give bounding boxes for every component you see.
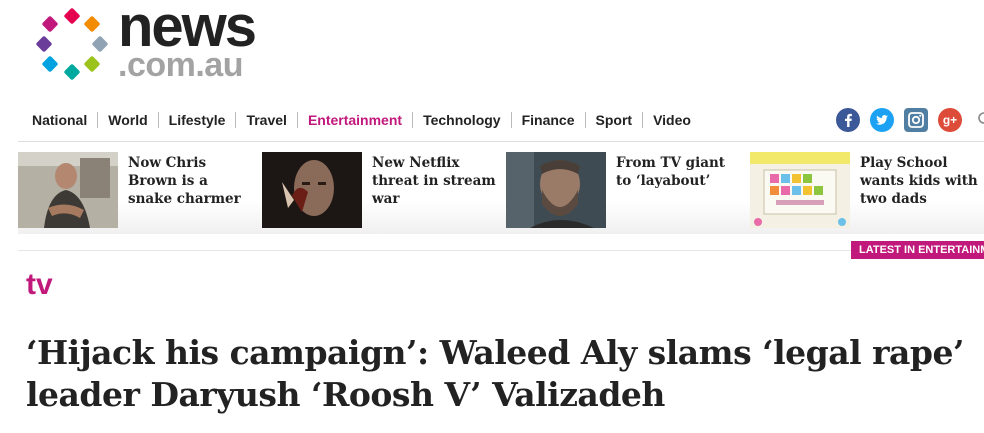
nav-divider	[18, 141, 984, 142]
nav-item-sport[interactable]: Sport	[586, 112, 644, 128]
nav-item-travel[interactable]: Travel	[236, 112, 298, 128]
facebook-icon[interactable]	[836, 108, 860, 132]
content-divider	[18, 250, 851, 251]
related-thumbnail	[506, 152, 606, 228]
site-logo[interactable]: news .com.au	[36, 0, 257, 86]
logo-dots-icon	[36, 8, 108, 80]
related-thumbnail	[750, 152, 850, 228]
social-links: g+	[836, 108, 962, 132]
related-thumbnail	[18, 152, 118, 228]
logo-domain: .com.au	[118, 46, 243, 84]
nav-item-finance[interactable]: Finance	[512, 112, 586, 128]
googleplus-icon[interactable]: g+	[938, 108, 962, 132]
section-label[interactable]: tv	[26, 268, 53, 302]
nav-item-technology[interactable]: Technology	[413, 112, 512, 128]
related-title: Play School wants kids with two dads	[860, 155, 978, 207]
instagram-icon[interactable]	[904, 108, 928, 132]
related-title: New Netflix threat in stream war	[372, 155, 496, 207]
related-card-3[interactable]: From TV giant to ‘layabout’	[506, 152, 746, 230]
nav-item-video[interactable]: Video	[643, 112, 701, 128]
nav-item-lifestyle[interactable]: Lifestyle	[159, 112, 237, 128]
related-card-2[interactable]: New Netflix threat in stream war	[262, 152, 502, 230]
related-title: Now Chris Brown is a snake charmer	[128, 155, 241, 207]
nav-item-entertainment[interactable]: Entertainment	[298, 112, 414, 128]
main-nav: National World Lifestyle Travel Entertai…	[22, 108, 701, 132]
latest-banner[interactable]: LATEST IN ENTERTAINMENT	[851, 241, 984, 259]
search-icon[interactable]	[976, 110, 984, 130]
twitter-icon[interactable]	[870, 108, 894, 132]
related-card-1[interactable]: Now Chris Brown is a snake charmer	[18, 152, 258, 230]
nav-item-national[interactable]: National	[22, 112, 99, 128]
related-title: From TV giant to ‘layabout’	[616, 155, 726, 189]
related-card-4[interactable]: Play School wants kids with two dads	[750, 152, 984, 230]
nav-item-world[interactable]: World	[98, 112, 159, 128]
article-headline: ‘Hijack his campaign’: Waleed Aly slams …	[26, 333, 964, 414]
related-thumbnail	[262, 152, 362, 228]
